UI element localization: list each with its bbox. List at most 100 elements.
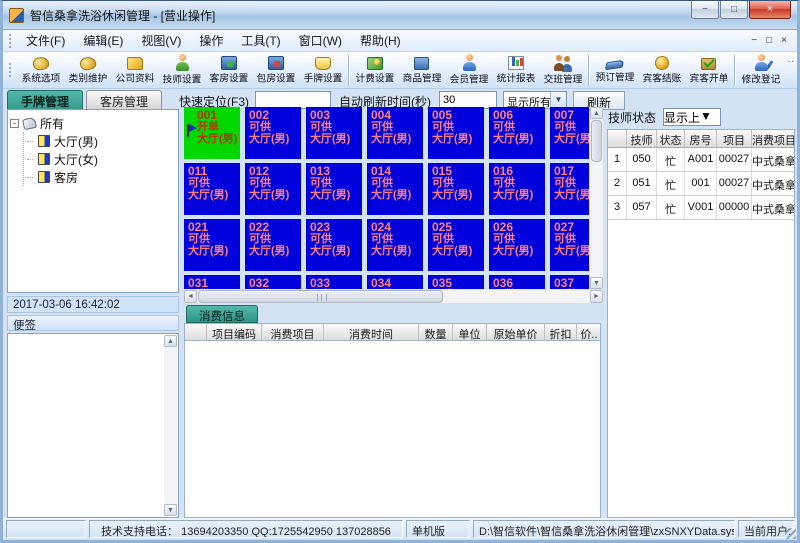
scroll-left-icon[interactable]: ◄ [184,290,197,303]
hand-tag-tile[interactable]: 006可供大厅(男) [489,107,545,159]
chevron-down-icon[interactable]: ▼ [700,109,712,125]
hand-tag-tile[interactable]: 034可供大厅(男) [367,275,423,289]
hand-tag-tile[interactable]: 035可供大厅(男) [428,275,484,289]
toolbar-button[interactable]: 商品管理 [398,54,445,86]
scrollbar-thumb[interactable] [198,290,443,303]
toolbar-button[interactable]: 统计报表 [492,54,539,86]
toolbar-overflow-icon[interactable]: .. [787,54,795,65]
consume-column-header[interactable]: 原始单价 [487,324,545,340]
technician-filter-select[interactable]: 显示上 ▼ [663,108,721,126]
hand-tag-tile[interactable]: 026可供大厅(男) [489,219,545,271]
table-row[interactable]: 2051忙00100027中式桑拿 [608,172,794,196]
toolbar-button[interactable]: 交班管理 [539,53,586,87]
grid-horizontal-scrollbar[interactable]: ◄ ► [184,290,603,303]
hand-tag-tile[interactable]: 027可供大厅(男) [550,219,589,271]
close-button[interactable]: × [749,1,791,19]
tree-item[interactable]: 大厅(女) [27,150,176,168]
table-row[interactable]: 1050忙A00100027中式桑拿 [608,148,794,172]
table-row[interactable]: 3057忙V00100000中式桑拿 [608,196,794,220]
tech-column-header[interactable]: 技师 [627,130,657,147]
toolbar-button[interactable]: 预订管理 [591,55,638,85]
scrollbar-thumb[interactable] [591,120,602,162]
hand-tag-tile[interactable]: 004可供大厅(男) [367,107,423,159]
hand-tag-tile[interactable]: 005可供大厅(男) [428,107,484,159]
hand-tag-tile[interactable]: 037可供大厅(男) [550,275,589,289]
hand-tag-tile[interactable]: 001开单大厅(男) [184,107,240,159]
hand-tag-tile[interactable]: 014可供大厅(男) [367,163,423,215]
maximize-button[interactable]: □ [720,1,748,19]
scroll-down-icon[interactable]: ▼ [164,504,177,516]
tree-item[interactable]: 大厅(男) [27,132,176,150]
mdi-minimize-button[interactable]: − [751,35,757,46]
notes-scrollbar[interactable]: ▲ ▼ [164,335,177,516]
resize-grip[interactable] [785,528,796,539]
hand-tag-tile[interactable]: 021可供大厅(男) [184,219,240,271]
menu-item[interactable]: 编辑(E) [74,29,132,52]
hand-tag-tile[interactable]: 002可供大厅(男) [245,107,301,159]
toolbar-button[interactable]: 系统选项 [17,54,64,86]
hand-tag-tile[interactable]: 033可供大厅(男) [306,275,362,289]
toolbar-button[interactable]: 客房设置 [205,54,252,86]
toolbar-button[interactable]: 包房设置 [252,54,299,86]
hand-tag-tile[interactable]: 003可供大厅(男) [306,107,362,159]
consume-column-header[interactable]: 消费项目 [262,324,324,340]
tree-item[interactable]: 客房 [27,168,176,186]
toolbar-button[interactable]: 宾客开单 [685,55,732,86]
table-cell: 050 [627,148,657,171]
toolbar-button[interactable]: 计费设置 [351,54,398,86]
hand-tag-tile[interactable]: 022可供大厅(男) [245,219,301,271]
tree-root[interactable]: - 所有 [10,114,176,132]
toolbar-button[interactable]: 修改登记 [737,53,784,87]
menu-item[interactable]: 帮助(H) [351,29,410,52]
consume-column-header[interactable]: 数量 [419,324,453,340]
hand-tag-tile[interactable]: 007可供大厅(男) [550,107,589,159]
hand-tag-tile[interactable]: 016可供大厅(男) [489,163,545,215]
notes-area[interactable]: ▲ ▼ [7,333,179,518]
consume-column-header[interactable]: 折扣 [545,324,577,340]
mdi-close-button[interactable]: × [781,35,787,46]
hand-tag-tile[interactable]: 013可供大厅(男) [306,163,362,215]
hand-tag-tile[interactable]: 017可供大厅(男) [550,163,589,215]
chevron-down-icon[interactable]: ▼ [550,92,566,108]
menu-item[interactable]: 工具(T) [232,29,289,52]
scroll-up-icon[interactable]: ▲ [590,107,603,119]
consume-column-header[interactable] [185,324,207,340]
tab-consume-info[interactable]: 消费信息 [186,305,258,323]
hand-tag-tile[interactable]: 024可供大厅(男) [367,219,423,271]
tech-column-header[interactable]: 项目 [717,130,752,147]
consume-table-body[interactable] [184,341,601,518]
menu-item[interactable]: 操作 [190,29,232,52]
toolbar-button[interactable]: 会员管理 [445,53,492,87]
consume-column-header[interactable]: 项目编码 [207,324,262,340]
hand-tag-tile[interactable]: 032可供大厅(男) [245,275,301,289]
collapse-icon[interactable]: - [10,119,19,128]
hand-tag-tile[interactable]: 031可供大厅(男) [184,275,240,289]
scroll-right-icon[interactable]: ► [590,290,603,303]
tech-column-header[interactable]: 房号 [685,130,717,147]
hand-tag-tile[interactable]: 015可供大厅(男) [428,163,484,215]
consume-column-header[interactable]: 消费时间 [324,324,419,340]
hand-tag-tile[interactable]: 012可供大厅(男) [245,163,301,215]
hand-tag-tile[interactable]: 025可供大厅(男) [428,219,484,271]
minimize-button[interactable]: − [691,1,719,19]
toolbar-button[interactable]: 技师设置 [158,53,205,87]
mdi-restore-button[interactable]: □ [766,35,772,46]
tech-column-header[interactable]: 消费项目 [752,130,795,147]
hand-tag-tile[interactable]: 011可供大厅(男) [184,163,240,215]
toolbar-button[interactable]: 公司资料 [111,54,158,86]
menu-item[interactable]: 视图(V) [132,29,190,52]
grid-vertical-scrollbar[interactable]: ▲ ▼ [590,107,603,289]
tech-column-header[interactable]: 状态 [657,130,685,147]
consume-column-header[interactable]: 价.. [577,324,601,340]
toolbar-button[interactable]: 手牌设置 [299,54,346,86]
hand-tag-tile[interactable]: 023可供大厅(男) [306,219,362,271]
menu-item[interactable]: 窗口(W) [290,29,351,52]
tech-column-header[interactable] [608,130,627,147]
toolbar-button[interactable]: 类别维护 [64,54,111,86]
hand-tag-tile[interactable]: 036可供大厅(男) [489,275,545,289]
scroll-down-icon[interactable]: ▼ [590,277,603,289]
scroll-up-icon[interactable]: ▲ [164,335,177,347]
consume-column-header[interactable]: 单位 [453,324,487,340]
toolbar-button[interactable]: 宾客结账 [638,54,685,86]
menu-item[interactable]: 文件(F) [17,29,74,52]
